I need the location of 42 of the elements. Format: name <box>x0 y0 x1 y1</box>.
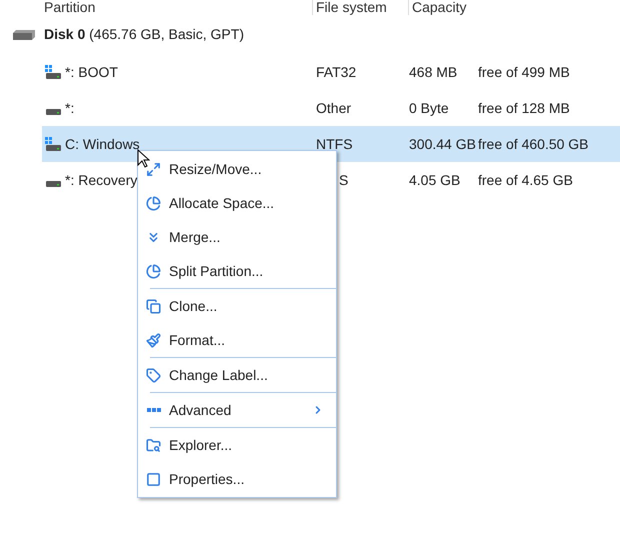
partition-name: *: BOOT <box>65 62 118 82</box>
copy-icon <box>146 298 161 314</box>
menu-item[interactable]: Clone... <box>138 289 336 323</box>
disk-label: Disk 0 (465.76 GB, Basic, GPT) <box>44 25 244 44</box>
column-header[interactable]: Partition <box>44 0 312 15</box>
tag-icon <box>146 368 161 382</box>
drive-icon <box>46 109 61 115</box>
menu-item[interactable]: Explorer... <box>138 428 336 462</box>
file-system: S <box>339 170 348 190</box>
capacity: free of 4.65 GB <box>478 170 573 190</box>
column-header[interactable]: Capacity <box>409 0 466 15</box>
partition-name: *: Recovery <box>65 170 138 190</box>
file-system: FAT32 <box>316 62 356 82</box>
folder-search-icon <box>146 438 161 452</box>
used-space: 4.05 GB <box>409 170 460 190</box>
resize-icon <box>146 162 161 176</box>
dots-icon <box>146 408 160 412</box>
used-space: 0 Byte <box>409 98 449 118</box>
capacity: free of 128 MB <box>478 98 570 118</box>
menu-item[interactable]: Change Label... <box>138 358 336 392</box>
capacity: free of 499 MB <box>478 62 570 82</box>
menu-item[interactable]: Format... <box>138 323 336 357</box>
menu-item[interactable]: Allocate Space... <box>138 186 336 220</box>
partition-name: C: Windows <box>65 134 140 154</box>
drive-icon <box>46 181 61 187</box>
column-header[interactable]: File system <box>313 0 408 15</box>
windows-drive-icon <box>45 65 61 79</box>
pie-chart-icon <box>146 264 161 278</box>
pie-chart-icon <box>146 196 161 210</box>
capacity: free of 460.50 GB <box>478 134 589 154</box>
menu-item[interactable]: Advanced <box>138 393 336 427</box>
used-space: 300.44 GB <box>409 134 476 154</box>
used-space: 468 MB <box>409 62 458 82</box>
windows-drive-icon <box>45 137 61 151</box>
menu-item[interactable]: Split Partition... <box>138 254 336 288</box>
file-system: NTFS <box>316 134 353 154</box>
menu-item[interactable]: Properties... <box>138 462 336 496</box>
file-system: Other <box>316 98 352 118</box>
brush-icon <box>146 332 161 348</box>
partition-name: *: <box>65 98 74 118</box>
menu-item[interactable]: Merge... <box>138 220 336 254</box>
properties-icon <box>146 472 161 486</box>
